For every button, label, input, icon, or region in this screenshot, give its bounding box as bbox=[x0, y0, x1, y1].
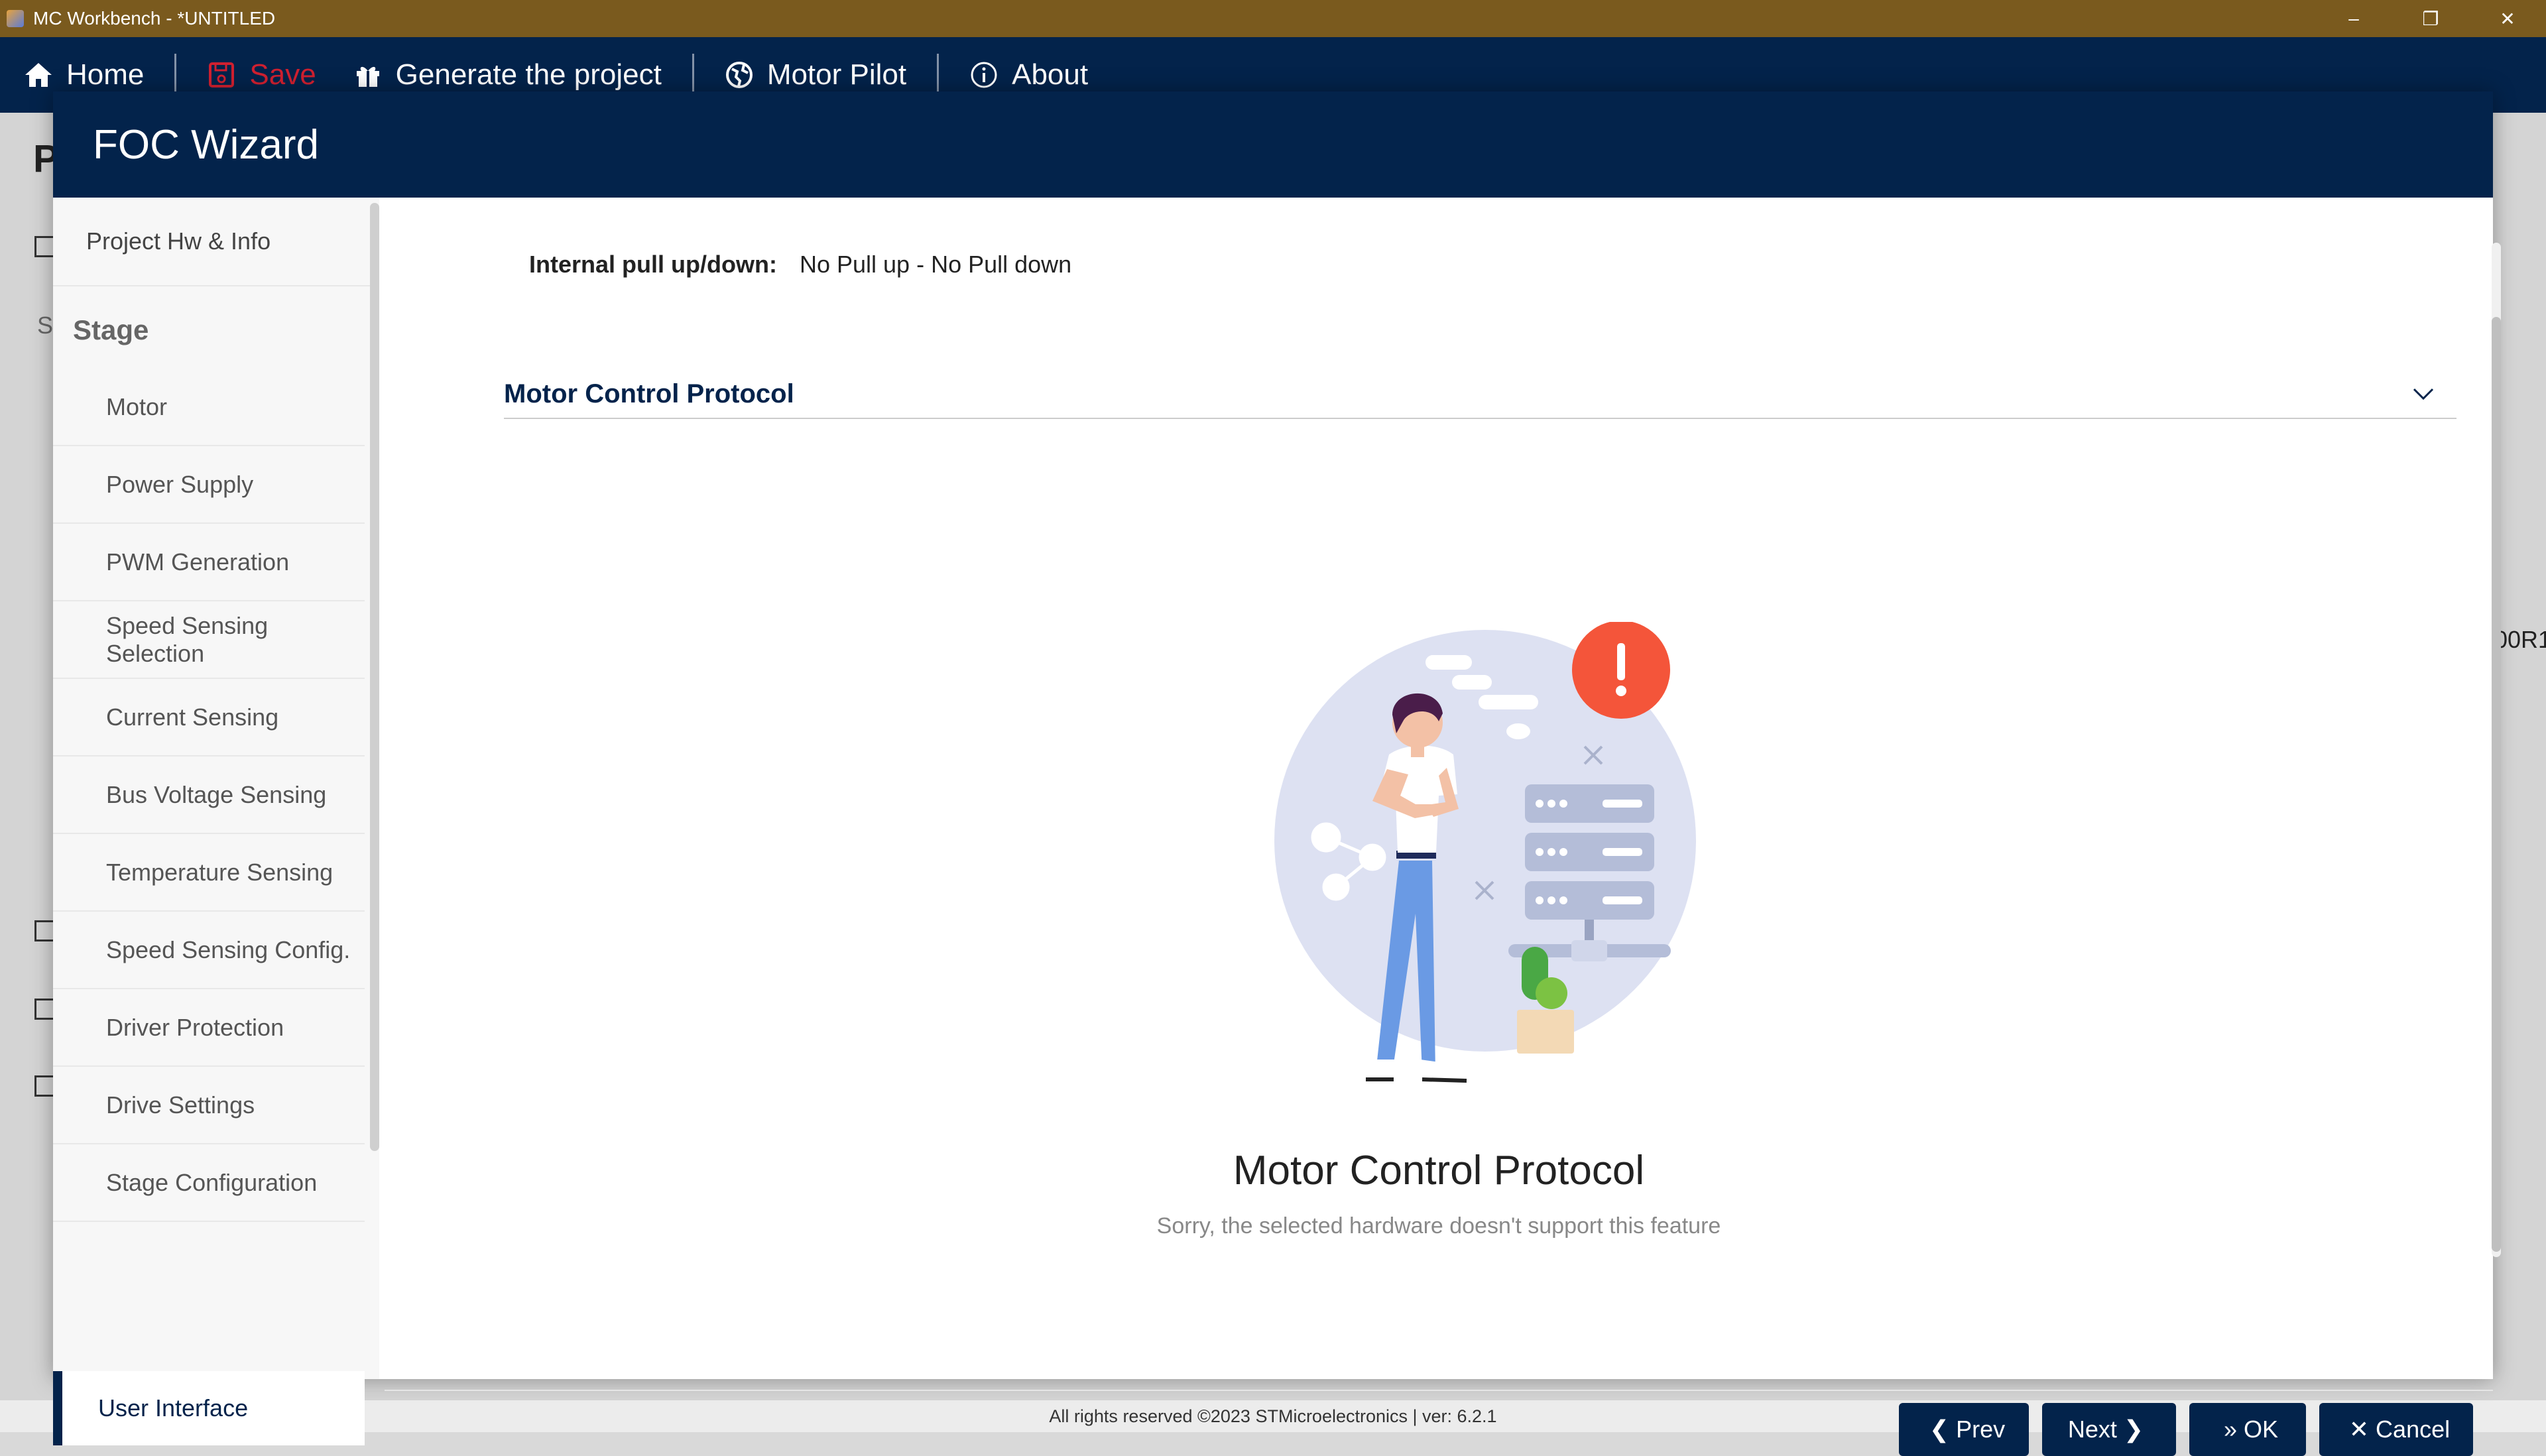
pull-label: Internal pull up/down: bbox=[529, 251, 777, 278]
wizard-sidebar: Project Hw & Info Stage Motor Power Supp… bbox=[53, 198, 379, 1445]
sidebar-item-project-hw-info[interactable]: Project Hw & Info bbox=[53, 198, 379, 286]
motor-control-protocol-section-header[interactable]: Motor Control Protocol bbox=[504, 370, 2456, 419]
window-titlebar: MC Workbench - *UNTITLED – ❐ ✕ bbox=[0, 0, 2546, 37]
sidebar-item-speed-sensing-selection[interactable]: Speed Sensing Selection bbox=[53, 601, 365, 679]
next-button[interactable]: Next ❯ bbox=[2042, 1403, 2176, 1456]
cancel-button-label: Cancel bbox=[2376, 1416, 2451, 1443]
app-icon bbox=[7, 10, 24, 27]
sidebar-item-stage-configuration[interactable]: Stage Configuration bbox=[53, 1144, 365, 1222]
sidebar-item-bus-voltage-sensing[interactable]: Bus Voltage Sensing bbox=[53, 757, 365, 834]
sidebar-item-user-interface[interactable]: User Interface bbox=[53, 1371, 365, 1445]
prev-button[interactable]: ❮ Prev bbox=[1899, 1403, 2029, 1456]
cloud-shape bbox=[1452, 675, 1492, 690]
minimize-icon[interactable]: – bbox=[2315, 0, 2392, 37]
foc-wizard-dialog: FOC Wizard Project Hw & Info Stage Motor… bbox=[53, 91, 2501, 1456]
dialog-title: FOC Wizard bbox=[93, 121, 319, 168]
close-window-icon[interactable]: ✕ bbox=[2469, 0, 2546, 37]
gift-icon bbox=[353, 60, 383, 90]
wizard-content: Internal pull up/down: No Pull up - No P… bbox=[385, 198, 2501, 1456]
next-button-label: Next bbox=[2067, 1416, 2117, 1443]
sidebar-item-driver-protection[interactable]: Driver Protection bbox=[53, 989, 365, 1067]
content-scrollbar[interactable] bbox=[2492, 317, 2501, 1252]
chevron-left-icon: ❮ bbox=[1929, 1416, 1950, 1443]
section-title: Motor Control Protocol bbox=[504, 379, 794, 408]
sidebar-scrollbar[interactable] bbox=[370, 203, 379, 1151]
sidebar-item-power-supply[interactable]: Power Supply bbox=[53, 446, 365, 524]
info-icon bbox=[969, 60, 999, 90]
nav-generate-label: Generate the project bbox=[395, 58, 662, 91]
cloud-shape bbox=[1479, 695, 1538, 709]
empty-state-message: Sorry, the selected hardware doesn't sup… bbox=[1156, 1213, 1721, 1239]
globe-icon bbox=[725, 60, 754, 90]
unsupported-feature-illustration bbox=[1274, 622, 1696, 1083]
chevron-down-icon[interactable] bbox=[2410, 381, 2437, 407]
save-icon bbox=[207, 60, 236, 90]
sidebar-stage-heading: Stage bbox=[73, 314, 149, 345]
dialog-button-bar: ❮ Prev Next ❯ » OK ✕ Cancel bbox=[1886, 1403, 2493, 1456]
bg-fragment-right: 00R1 bbox=[2494, 626, 2546, 653]
dialog-footer-divider bbox=[385, 1390, 2493, 1391]
window-controls: – ❐ ✕ bbox=[2315, 0, 2546, 37]
double-chevron-right-icon: » bbox=[2223, 1416, 2237, 1443]
nav-home-label: Home bbox=[66, 58, 145, 91]
sidebar-item-speed-sensing-config[interactable]: Speed Sensing Config. bbox=[53, 912, 365, 989]
cloud-shape bbox=[1506, 723, 1530, 739]
restore-icon[interactable]: ❐ bbox=[2392, 0, 2469, 37]
sidebar-item-drive-settings[interactable]: Drive Settings bbox=[53, 1067, 365, 1144]
sidebar-item-pwm-generation[interactable]: PWM Generation bbox=[53, 524, 365, 601]
prev-button-label: Prev bbox=[1956, 1416, 2006, 1443]
nav-motor-pilot-label: Motor Pilot bbox=[766, 58, 907, 91]
nav-save-label: Save bbox=[249, 58, 316, 91]
bg-fragment-s: S bbox=[37, 312, 54, 339]
pull-setting-row: Internal pull up/down: No Pull up - No P… bbox=[529, 251, 1071, 278]
ok-button-label: OK bbox=[2244, 1416, 2279, 1443]
sidebar-item-current-sensing[interactable]: Current Sensing bbox=[53, 679, 365, 757]
nav-about-label: About bbox=[1012, 58, 1089, 91]
cloud-shape bbox=[1425, 655, 1472, 670]
window-title: MC Workbench - *UNTITLED bbox=[33, 8, 276, 29]
empty-state-title: Motor Control Protocol bbox=[1233, 1148, 1645, 1193]
sidebar-item-temperature-sensing[interactable]: Temperature Sensing bbox=[53, 834, 365, 912]
close-icon: ✕ bbox=[2348, 1416, 2370, 1443]
dialog-header: FOC Wizard bbox=[53, 91, 2493, 198]
pull-value: No Pull up - No Pull down bbox=[799, 251, 1072, 278]
home-icon bbox=[24, 60, 53, 90]
ok-button[interactable]: » OK bbox=[2189, 1403, 2306, 1456]
sidebar-item-motor[interactable]: Motor bbox=[53, 369, 365, 446]
cancel-button[interactable]: ✕ Cancel bbox=[2319, 1403, 2473, 1456]
chevron-right-icon: ❯ bbox=[2123, 1416, 2144, 1443]
